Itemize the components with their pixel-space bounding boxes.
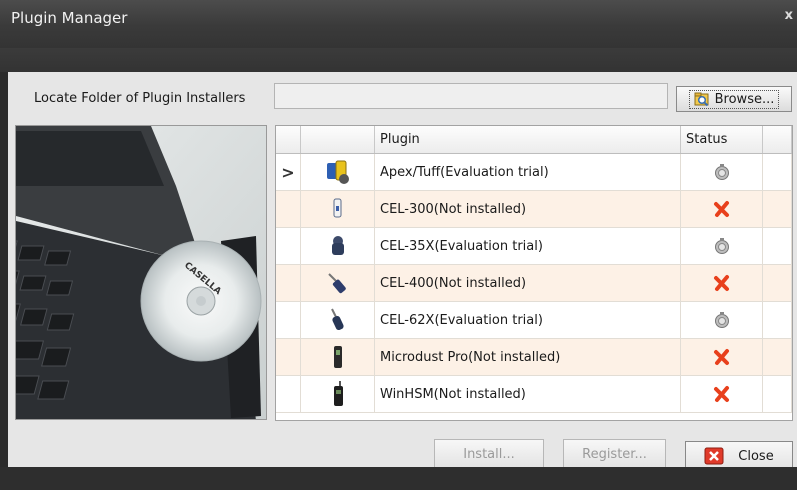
- close-icon: [704, 447, 724, 465]
- header-plugin[interactable]: Plugin: [375, 126, 681, 153]
- plugin-name: CEL-400(Not installed): [375, 265, 681, 301]
- laptop-cd-illustration: CASELLA: [16, 126, 266, 419]
- winhsm-device-icon: [333, 381, 343, 406]
- not-installed-status-icon: [713, 201, 729, 217]
- close-label: Close: [738, 448, 774, 464]
- table-row[interactable]: CEL-400(Not installed): [276, 265, 792, 302]
- cel-300-device-icon: [333, 198, 341, 218]
- cel-35x-device-icon: [331, 236, 344, 255]
- laptop-photo: CASELLA: [15, 125, 267, 420]
- evaluation-status-icon: [714, 312, 729, 328]
- table-row[interactable]: CEL-62X(Evaluation trial): [276, 302, 792, 339]
- plugin-name: Microdust Pro(Not installed): [375, 339, 681, 375]
- plugin-name: WinHSM(Not installed): [375, 376, 681, 412]
- browse-button[interactable]: Browse...: [676, 86, 792, 112]
- folder-search-icon: [694, 92, 709, 106]
- cel-62x-device-icon: [330, 308, 344, 331]
- plugin-grid: Plugin Status > Apex/Tuff(Evaluation tri…: [275, 125, 793, 421]
- table-row[interactable]: CEL-300(Not installed): [276, 191, 792, 228]
- microdust-pro-device-icon: [333, 346, 342, 368]
- not-installed-status-icon: [713, 275, 729, 291]
- plugin-manager-window: Plugin Manager x Locate Folder of Plugin…: [0, 0, 797, 490]
- header-icon-col: [301, 126, 375, 153]
- header-spacer: [763, 126, 792, 153]
- table-row[interactable]: > Apex/Tuff(Evaluation trial): [276, 154, 792, 191]
- row-selected-marker: >: [276, 154, 301, 190]
- title-band: [0, 48, 797, 72]
- folder-path-input[interactable]: [274, 83, 668, 109]
- plugin-name: CEL-62X(Evaluation trial): [375, 302, 681, 338]
- not-installed-status-icon: [713, 349, 729, 365]
- apex-tuff-device-icon: [326, 160, 349, 184]
- header-status[interactable]: Status: [681, 126, 763, 153]
- table-row[interactable]: WinHSM(Not installed): [276, 376, 792, 413]
- browse-focus-rect: Browse...: [688, 89, 780, 109]
- not-installed-status-icon: [713, 386, 729, 402]
- table-row[interactable]: CEL-35X(Evaluation trial): [276, 228, 792, 265]
- title-bar[interactable]: Plugin Manager x: [0, 0, 797, 48]
- window-close-icon[interactable]: x: [785, 8, 793, 23]
- install-button[interactable]: Install...: [434, 439, 544, 469]
- plugin-name: Apex/Tuff(Evaluation trial): [375, 154, 681, 190]
- browse-label: Browse...: [714, 91, 775, 107]
- register-button[interactable]: Register...: [563, 439, 666, 469]
- grid-header: Plugin Status: [276, 126, 792, 154]
- locate-folder-label: Locate Folder of Plugin Installers: [34, 91, 246, 106]
- bottom-strip: [0, 467, 797, 490]
- evaluation-status-icon: [714, 238, 729, 254]
- evaluation-status-icon: [714, 164, 729, 180]
- header-indicator-col: [276, 126, 301, 153]
- cel-400-device-icon: [327, 273, 346, 294]
- main-panel: Locate Folder of Plugin Installers Brows…: [8, 72, 797, 471]
- plugin-name: CEL-300(Not installed): [375, 191, 681, 227]
- plugin-name: CEL-35X(Evaluation trial): [375, 228, 681, 264]
- table-row[interactable]: Microdust Pro(Not installed): [276, 339, 792, 376]
- window-title: Plugin Manager: [11, 9, 128, 27]
